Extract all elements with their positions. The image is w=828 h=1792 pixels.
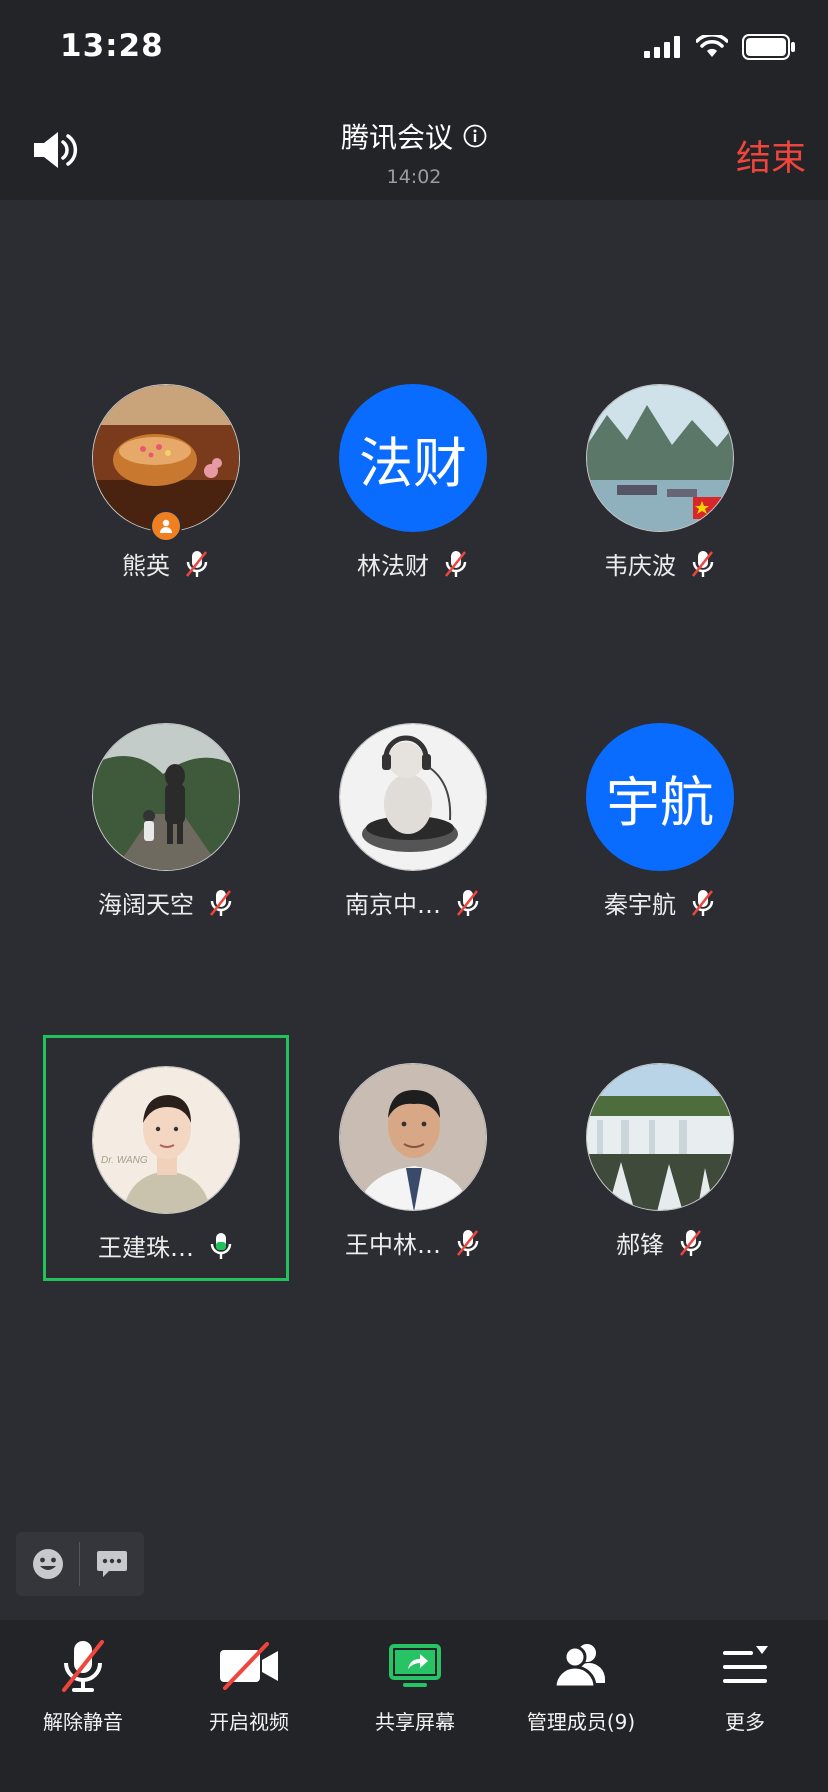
more-menu-icon (723, 1646, 768, 1683)
participant-name: 秦宇航 (604, 891, 676, 919)
mic-muted-icon (692, 550, 714, 577)
manage-members-label: 管理成员(9) (526, 1710, 636, 1734)
participant-tile[interactable]: 熊英 (43, 350, 289, 596)
avatar (586, 384, 734, 532)
members-icon (553, 1644, 605, 1689)
participant-tile[interactable]: 海阔天空 (43, 689, 289, 935)
mic-muted-icon (62, 1640, 104, 1692)
start-video-button[interactable]: 开启视频 (166, 1634, 332, 1735)
participant-tile[interactable]: 韦庆波 (537, 350, 783, 596)
chat-icon (96, 1551, 127, 1577)
manage-members-button[interactable]: 管理成员(9) (498, 1634, 664, 1735)
participant-name: 王建珠… (98, 1234, 194, 1262)
participant-name: 熊英 (122, 552, 170, 580)
participant-tile[interactable]: 郝锋 (537, 1029, 783, 1275)
reaction-chat-bar (16, 1532, 144, 1596)
participant-tile[interactable]: 法财 林法财 (290, 350, 536, 596)
avatar (339, 723, 487, 871)
avatar (339, 1063, 487, 1211)
mic-muted-icon (680, 1229, 702, 1256)
chat-button[interactable] (80, 1532, 143, 1596)
emoji-icon (32, 1549, 63, 1579)
share-screen-button[interactable]: 共享屏幕 (332, 1634, 498, 1735)
participant-tile[interactable]: 王中林… (290, 1029, 536, 1275)
participant-name: 郝锋 (616, 1231, 664, 1259)
mic-muted-icon (445, 550, 467, 577)
participant-tile[interactable]: 宇航 秦宇航 (537, 689, 783, 935)
share-screen-label: 共享屏幕 (375, 1710, 455, 1734)
participant-name: 南京中… (345, 891, 441, 919)
unmute-label: 解除静音 (43, 1710, 123, 1734)
video-off-icon (220, 1642, 278, 1690)
avatar (586, 1063, 734, 1211)
avatar-caption: Dr. WANG (101, 1155, 148, 1166)
avatar: 宇航 (586, 723, 734, 871)
more-button[interactable]: 更多 (662, 1634, 828, 1735)
mic-muted-icon (186, 550, 208, 577)
mic-muted-icon (457, 1229, 479, 1256)
participant-name: 林法财 (357, 552, 429, 580)
mic-muted-icon (210, 889, 232, 916)
more-label: 更多 (725, 1710, 765, 1734)
participant-tile[interactable]: 南京中… (290, 689, 536, 935)
avatar: 法财 (339, 384, 487, 532)
host-badge-icon (150, 510, 182, 542)
mic-active-icon (210, 1232, 232, 1259)
participant-tile-active-speaker[interactable]: Dr. WANG 王建珠… (43, 1035, 289, 1281)
avatar: Dr. WANG (92, 1066, 240, 1214)
mic-muted-icon (457, 889, 479, 916)
participant-name: 韦庆波 (604, 552, 676, 580)
start-video-label: 开启视频 (209, 1710, 289, 1734)
participant-name: 海阔天空 (98, 891, 194, 919)
participant-name: 王中林… (345, 1231, 441, 1259)
emoji-button[interactable] (16, 1532, 79, 1596)
bottom-toolbar: 解除静音 开启视频 共享屏幕 管理成员(9) 更多 (0, 1620, 828, 1792)
share-screen-icon (389, 1644, 441, 1687)
participant-grid: 熊英 法财 林法财 韦庆波 海阔天空 南京中… 宇航 秦宇航 Dr. WANG … (0, 0, 828, 1792)
avatar (92, 723, 240, 871)
mic-muted-icon (692, 889, 714, 916)
unmute-button[interactable]: 解除静音 (0, 1634, 166, 1735)
